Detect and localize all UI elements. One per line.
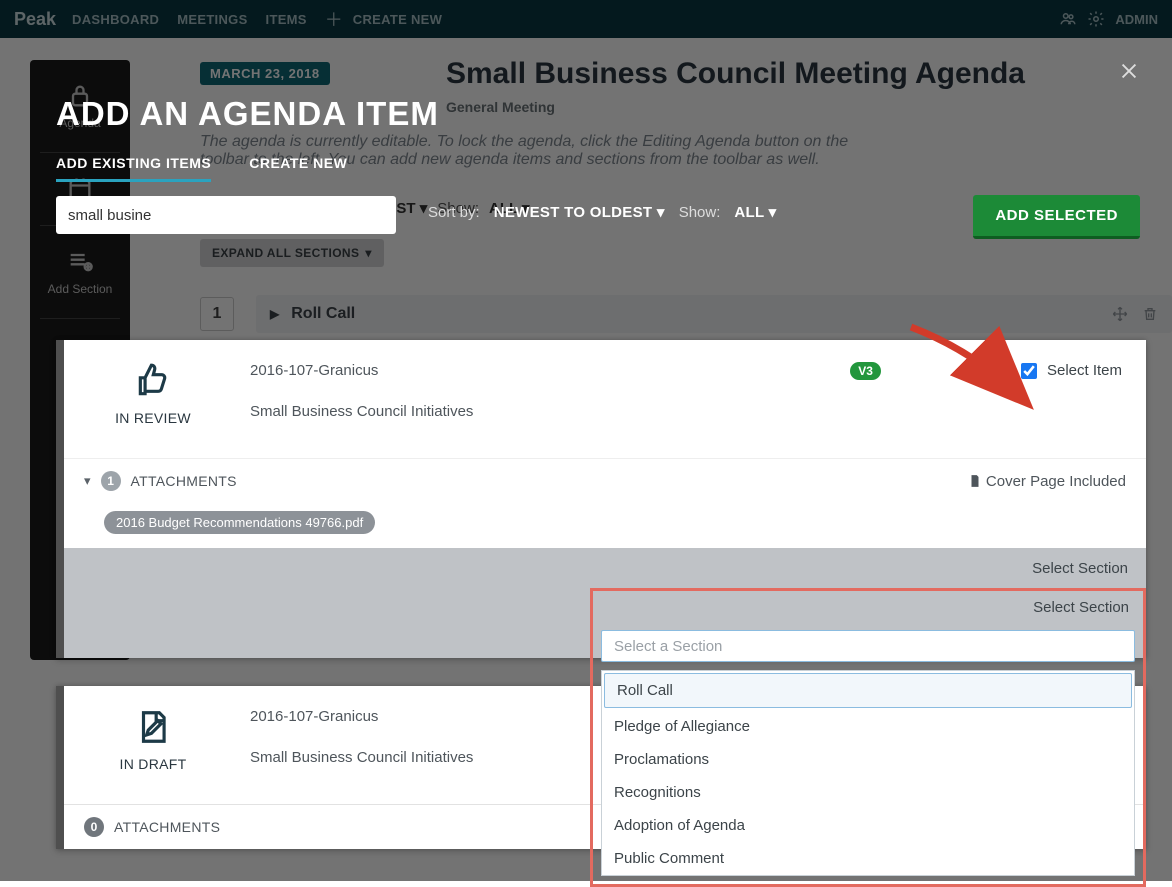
select-item-checkbox[interactable] <box>1021 363 1037 379</box>
select-item-label: Select Item <box>1047 362 1122 379</box>
modal-show-value[interactable]: ALL ▾ <box>734 203 776 221</box>
modal-show-label: Show: <box>679 204 721 221</box>
page-icon <box>968 474 982 488</box>
section-option-pledge[interactable]: Pledge of Allegiance <box>602 710 1134 743</box>
status-label: IN DRAFT <box>120 756 187 772</box>
attachment-count: 0 <box>84 817 104 837</box>
select-section-label: Select Section <box>601 599 1129 616</box>
section-option-roll-call[interactable]: Roll Call <box>604 673 1132 708</box>
item-id: 2016-107-Granicus <box>250 362 818 379</box>
draft-icon <box>134 708 172 746</box>
select-section-input[interactable]: Select a Section <box>601 630 1135 662</box>
select-section-heading: Select Section <box>1032 560 1128 577</box>
item-title: Small Business Council Initiatives <box>250 403 818 420</box>
tab-create-new[interactable]: CREATE NEW <box>249 155 347 182</box>
attachments-label: ATTACHMENTS <box>114 819 220 835</box>
version-badge: V3 <box>850 362 881 380</box>
modal-sort-value[interactable]: NEWEST TO OLDEST ▾ <box>494 203 665 221</box>
section-option-public-comment[interactable]: Public Comment <box>602 842 1134 875</box>
section-option-adoption[interactable]: Adoption of Agenda <box>602 809 1134 842</box>
close-icon[interactable] <box>1118 60 1140 82</box>
search-input[interactable] <box>56 196 396 234</box>
modal-sort-label: Sort by: <box>428 204 480 221</box>
section-option-proclamations[interactable]: Proclamations <box>602 743 1134 776</box>
section-options-list: Roll Call Pledge of Allegiance Proclamat… <box>601 670 1135 876</box>
modal-title: ADD AN AGENDA ITEM <box>56 95 1116 133</box>
add-selected-button[interactable]: ADD SELECTED <box>973 195 1140 239</box>
select-section-panel: Select Section Select a Section Roll Cal… <box>590 588 1146 887</box>
section-option-recognitions[interactable]: Recognitions <box>602 776 1134 809</box>
collapse-icon[interactable]: ▾ <box>84 473 91 489</box>
status-label: IN REVIEW <box>115 410 191 426</box>
attachments-label: ATTACHMENTS <box>131 473 237 489</box>
thumbs-up-icon <box>134 362 172 400</box>
attachment-count: 1 <box>101 471 121 491</box>
attachment-file[interactable]: 2016 Budget Recommendations 49766.pdf <box>104 511 375 534</box>
cover-page-included: Cover Page Included <box>968 473 1126 490</box>
tab-add-existing[interactable]: ADD EXISTING ITEMS <box>56 155 211 182</box>
